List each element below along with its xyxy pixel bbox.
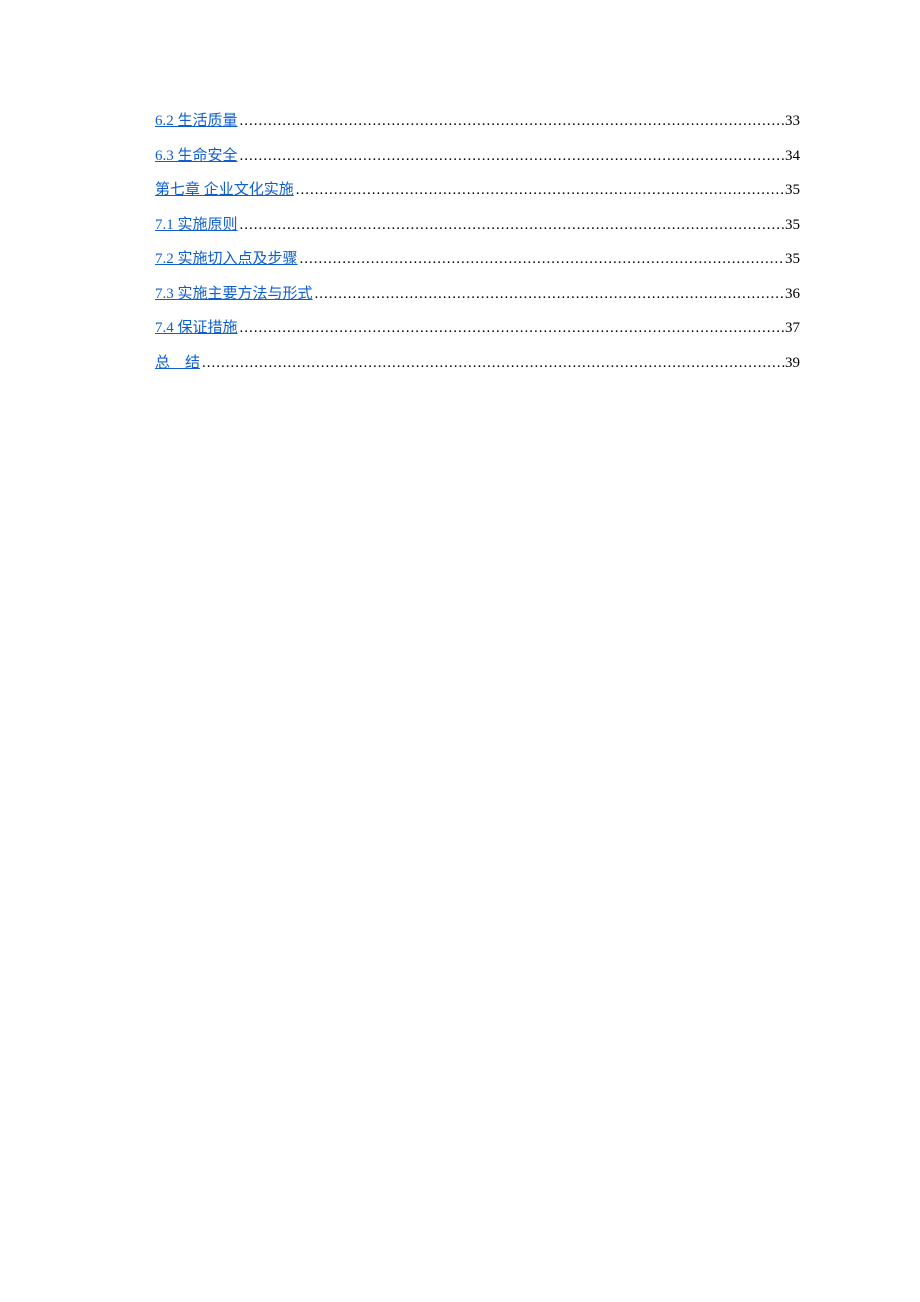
- toc-entry: 7.2 实施切入点及步骤 ...........................…: [155, 248, 800, 271]
- toc-page-number: 39: [785, 352, 800, 375]
- toc-entry: 7.1 实施原则 ...............................…: [155, 214, 800, 237]
- toc-link-7-2[interactable]: 7.2 实施切入点及步骤: [155, 248, 298, 271]
- toc-link-6-3[interactable]: 6.3 生命安全: [155, 145, 238, 168]
- toc-page-number: 35: [785, 248, 800, 271]
- toc-leader: ........................................…: [238, 214, 785, 237]
- table-of-contents: 6.2 生活质量 ...............................…: [155, 110, 800, 374]
- toc-entry: 第七章 企业文化实施 .............................…: [155, 179, 800, 202]
- toc-page-number: 34: [785, 145, 800, 168]
- toc-link-chapter-7[interactable]: 第七章 企业文化实施: [155, 179, 294, 202]
- toc-leader: ........................................…: [313, 283, 785, 306]
- toc-leader: ........................................…: [298, 248, 785, 271]
- toc-leader: ........................................…: [238, 145, 785, 168]
- toc-link-6-2[interactable]: 6.2 生活质量: [155, 110, 238, 133]
- toc-link-7-4[interactable]: 7.4 保证措施: [155, 317, 238, 340]
- toc-entry: 6.2 生活质量 ...............................…: [155, 110, 800, 133]
- toc-entry: 6.3 生命安全 ...............................…: [155, 145, 800, 168]
- toc-link-7-1[interactable]: 7.1 实施原则: [155, 214, 238, 237]
- toc-page-number: 35: [785, 214, 800, 237]
- toc-leader: ........................................…: [200, 352, 785, 375]
- toc-page-number: 35: [785, 179, 800, 202]
- toc-link-7-3[interactable]: 7.3 实施主要方法与形式: [155, 283, 313, 306]
- toc-entry: 7.3 实施主要方法与形式 ..........................…: [155, 283, 800, 306]
- toc-link-conclusion[interactable]: 总 结: [155, 352, 200, 375]
- toc-page-number: 33: [785, 110, 800, 133]
- toc-page-number: 37: [785, 317, 800, 340]
- toc-page-number: 36: [785, 283, 800, 306]
- toc-leader: ........................................…: [294, 179, 785, 202]
- toc-leader: ........................................…: [238, 317, 785, 340]
- toc-leader: ........................................…: [238, 110, 785, 133]
- toc-entry: 7.4 保证措施 ...............................…: [155, 317, 800, 340]
- toc-entry: 总 结 ....................................…: [155, 352, 800, 375]
